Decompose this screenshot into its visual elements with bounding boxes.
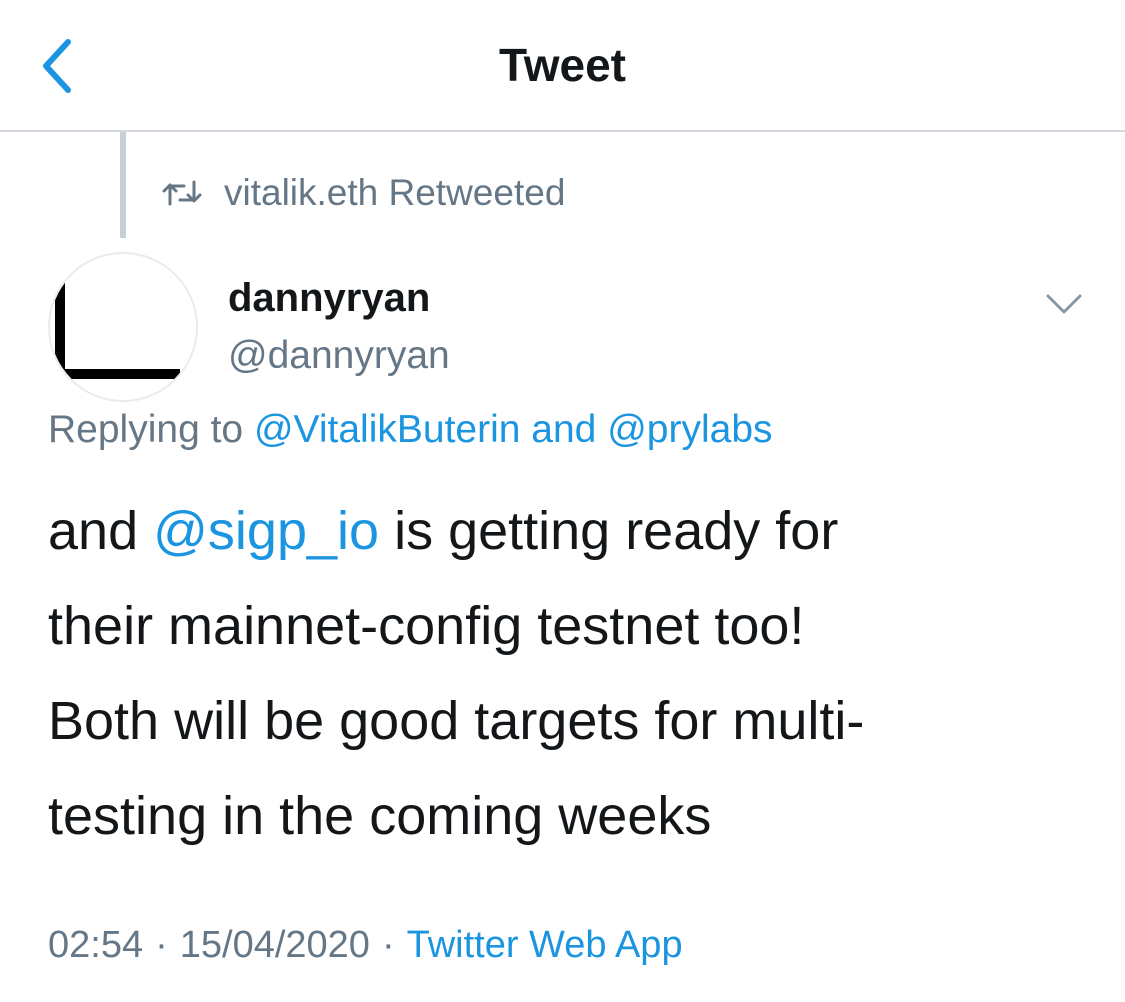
retweet-icon (162, 180, 202, 206)
replying-to: Replying to @VitalikButerin and @prylabs (48, 408, 773, 452)
page-title: Tweet (499, 39, 626, 91)
tweet-menu-button[interactable] (1040, 286, 1088, 322)
tweet-line: testing in the coming weeks (48, 786, 712, 846)
retweet-context[interactable]: vitalik.eth Retweeted (162, 168, 565, 218)
author-display-name[interactable]: dannyryan (228, 276, 430, 321)
tweet-source-link[interactable]: Twitter Web App (407, 924, 683, 966)
separator: · (381, 924, 395, 966)
mention-link[interactable]: @sigp_io (153, 501, 379, 561)
thread-connector-line (120, 132, 126, 238)
author-handle[interactable]: @dannyryan (228, 334, 450, 378)
tweet-line: Both will be good targets for multi- (48, 691, 865, 751)
tweet-line: and @sigp_io is getting ready for (48, 484, 1088, 579)
replying-and[interactable]: and (520, 408, 607, 451)
tweet-time: 02:54 (48, 924, 144, 966)
tweet-text-segment: and (48, 501, 154, 561)
tweet-text: and @sigp_io is getting ready for their … (48, 484, 1088, 864)
mention-link[interactable]: @VitalikButerin (254, 408, 521, 451)
tweet-date: 15/04/2020 (179, 924, 370, 966)
retweet-label: vitalik.eth Retweeted (224, 172, 566, 213)
tweet-line: their mainnet-config testnet too! (48, 596, 805, 656)
avatar-image (55, 282, 180, 379)
tweet-metadata: 02:54 · 15/04/2020 · Twitter Web App (48, 924, 683, 967)
chevron-down-icon (1046, 294, 1082, 314)
tweet-text-segment: is getting ready for (379, 501, 839, 561)
separator: · (155, 924, 168, 966)
replying-prefix: Replying to (48, 408, 254, 451)
mention-link[interactable]: @prylabs (607, 408, 772, 451)
avatar[interactable] (48, 252, 198, 402)
top-bar: Tweet (0, 0, 1125, 132)
